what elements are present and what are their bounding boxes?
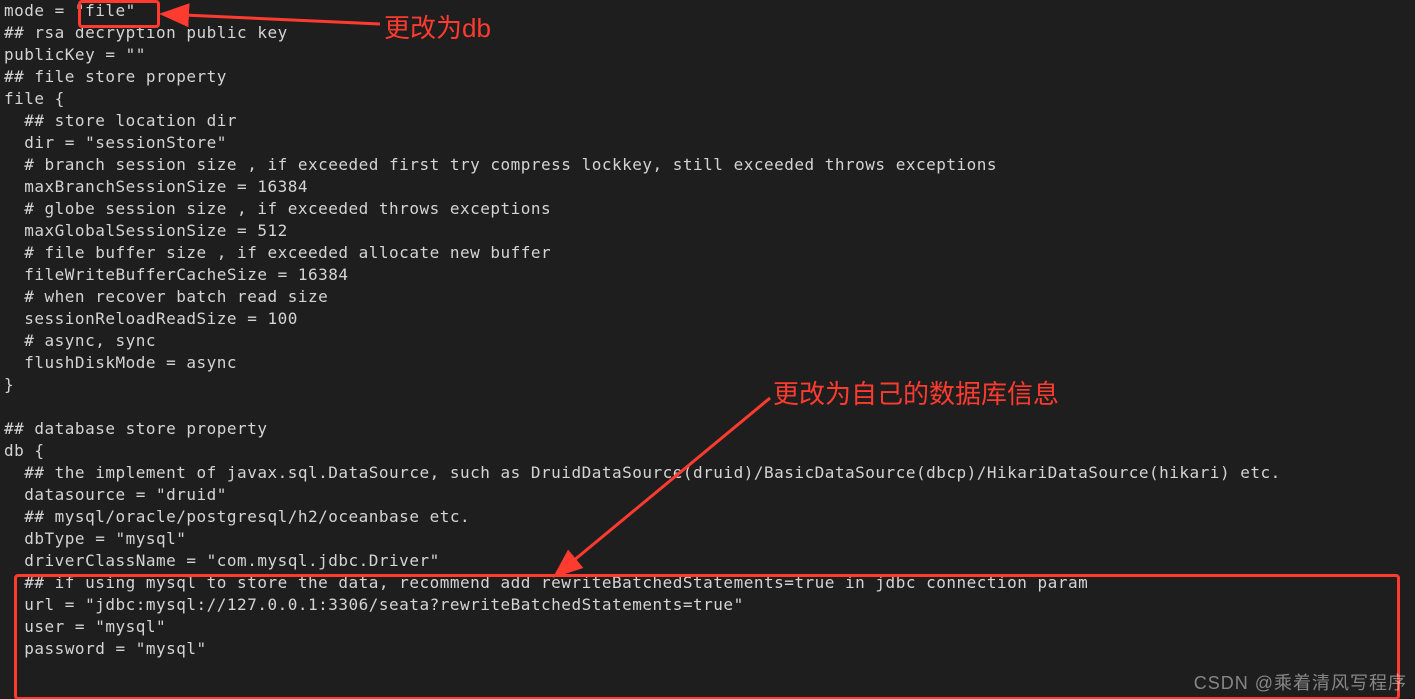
watermark: CSDN @乘着清风写程序 xyxy=(1194,669,1407,695)
config-code-block: mode = "file" ## rsa decryption public k… xyxy=(4,0,1281,660)
